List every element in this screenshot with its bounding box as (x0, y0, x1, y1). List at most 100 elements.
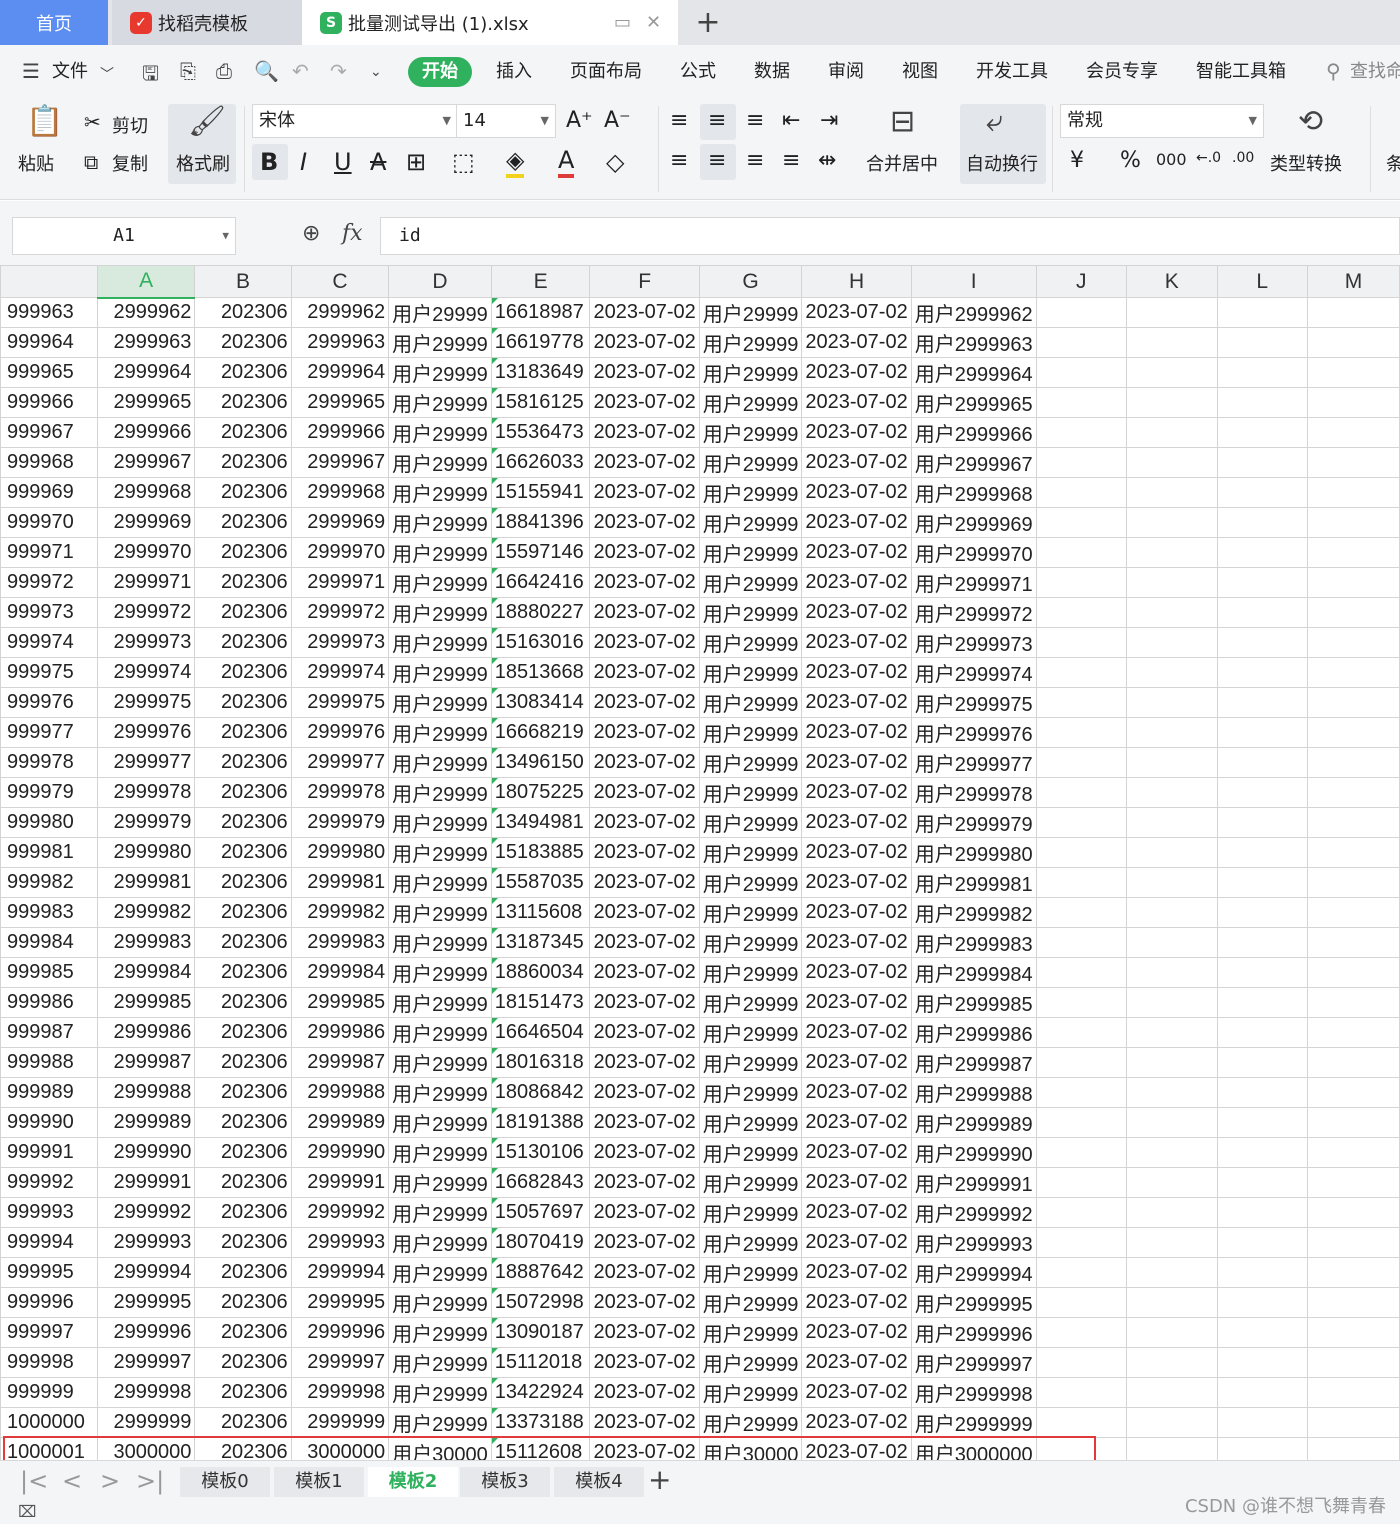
row-header[interactable]: 1000001 (0, 1437, 98, 1460)
menu-view[interactable]: 视图 (902, 57, 938, 87)
wrap-text-icon[interactable]: ⤶ (986, 104, 1003, 139)
tab-active-file[interactable]: S 批量测试导出 (1).xlsx ▭ ✕ (302, 0, 678, 45)
cell-H[interactable]: 2023-07-02 (801, 1437, 912, 1460)
cell-B[interactable]: 202306 (194, 1197, 292, 1228)
empty-cell[interactable] (1035, 717, 1127, 748)
row-header[interactable]: 999989 (0, 1077, 98, 1108)
cell-B[interactable]: 202306 (194, 1017, 292, 1048)
empty-cell[interactable] (1035, 297, 1127, 328)
cell-A[interactable]: 2999964 (96, 357, 196, 388)
cell-D[interactable]: 用户29999 (388, 897, 492, 928)
increase-decimal-icon[interactable]: ←.0 (1196, 150, 1221, 166)
number-format-select[interactable]: 常规 ▼ (1060, 104, 1264, 138)
cell-I[interactable]: 用户2999982 (910, 897, 1037, 928)
cell-G[interactable]: 用户29999 (698, 717, 803, 748)
cell-A[interactable]: 2999996 (96, 1317, 196, 1348)
row-header[interactable]: 999986 (0, 987, 98, 1018)
empty-cell[interactable] (1306, 507, 1400, 538)
cell-G[interactable]: 用户29999 (698, 897, 803, 928)
cell-F[interactable]: 2023-07-02 (589, 327, 700, 358)
empty-cell[interactable] (1216, 867, 1308, 898)
align-right-icon[interactable]: ≡ (746, 148, 764, 173)
row-header[interactable]: 999967 (0, 417, 98, 448)
cell-C[interactable]: 2999982 (290, 897, 390, 928)
zoom-formula-icon[interactable]: ⊕ (302, 221, 320, 246)
empty-cell[interactable] (1035, 1287, 1127, 1318)
cell-H[interactable]: 2023-07-02 (801, 1257, 912, 1288)
cell-C[interactable]: 2999975 (290, 687, 390, 718)
row-header[interactable]: 999966 (0, 387, 98, 418)
cell-G[interactable]: 用户29999 (698, 327, 803, 358)
cell-E[interactable]: 18191388 (490, 1107, 591, 1138)
cell-A[interactable]: 2999966 (96, 417, 196, 448)
cell-E[interactable]: 16668219 (490, 717, 591, 748)
cell-C[interactable]: 2999989 (290, 1107, 390, 1138)
decrease-indent-icon[interactable]: ⇤ (782, 108, 800, 133)
cell-G[interactable]: 用户29999 (698, 1407, 803, 1438)
pin-window-icon[interactable]: ▭ (614, 12, 631, 33)
cell-C[interactable]: 2999980 (290, 837, 390, 868)
cell-B[interactable]: 202306 (194, 1257, 292, 1288)
cell-G[interactable]: 用户29999 (698, 627, 803, 658)
cell-E[interactable]: 15112018 (490, 1347, 591, 1378)
cell-B[interactable]: 202306 (194, 717, 292, 748)
empty-cell[interactable] (1306, 1347, 1400, 1378)
empty-cell[interactable] (1035, 1437, 1127, 1460)
paste-icon[interactable]: 📋 (26, 104, 63, 139)
cell-D[interactable]: 用户29999 (388, 357, 492, 388)
cell-C[interactable]: 2999985 (290, 987, 390, 1018)
font-name-select[interactable]: 宋体 ▼ (252, 104, 458, 138)
cell-E[interactable]: 16642416 (490, 567, 591, 598)
cell-A[interactable]: 2999997 (96, 1347, 196, 1378)
cell-F[interactable]: 2023-07-02 (589, 927, 700, 958)
menu-developer[interactable]: 开发工具 (976, 57, 1048, 87)
cell-H[interactable]: 2023-07-02 (801, 717, 912, 748)
cell-I[interactable]: 用户2999972 (910, 597, 1037, 628)
insert-function-icon[interactable]: fx (342, 221, 363, 246)
empty-cell[interactable] (1306, 477, 1400, 508)
row-header[interactable]: 999991 (0, 1137, 98, 1168)
empty-cell[interactable] (1035, 687, 1127, 718)
cell-E[interactable]: 13083414 (490, 687, 591, 718)
cell-I[interactable]: 用户2999978 (910, 777, 1037, 808)
empty-cell[interactable] (1125, 447, 1218, 478)
empty-cell[interactable] (1035, 1407, 1127, 1438)
cell-H[interactable]: 2023-07-02 (801, 1287, 912, 1318)
cell-H[interactable]: 2023-07-02 (801, 297, 912, 328)
row-header[interactable]: 999998 (0, 1347, 98, 1378)
cell-H[interactable]: 2023-07-02 (801, 597, 912, 628)
cell-H[interactable]: 2023-07-02 (801, 1197, 912, 1228)
empty-cell[interactable] (1035, 897, 1127, 928)
cell-G[interactable]: 用户29999 (698, 357, 803, 388)
cell-A[interactable]: 2999965 (96, 387, 196, 418)
cell-C[interactable]: 2999988 (290, 1077, 390, 1108)
cell-G[interactable]: 用户29999 (698, 1137, 803, 1168)
empty-cell[interactable] (1306, 837, 1400, 868)
empty-cell[interactable] (1306, 957, 1400, 988)
empty-cell[interactable] (1306, 417, 1400, 448)
empty-cell[interactable] (1125, 507, 1218, 538)
cell-E[interactable]: 16682843 (490, 1167, 591, 1198)
empty-cell[interactable] (1306, 357, 1400, 388)
cell-D[interactable]: 用户29999 (388, 1077, 492, 1108)
cell-I[interactable]: 用户2999974 (910, 657, 1037, 688)
cell-D[interactable]: 用户29999 (388, 297, 492, 328)
cell-F[interactable]: 2023-07-02 (589, 1437, 700, 1460)
cell-G[interactable]: 用户29999 (698, 957, 803, 988)
cell-H[interactable]: 2023-07-02 (801, 477, 912, 508)
cell-B[interactable]: 202306 (194, 927, 292, 958)
empty-cell[interactable] (1035, 807, 1127, 838)
cell-C[interactable]: 2999990 (290, 1137, 390, 1168)
fill-style-icon[interactable]: ⬚ (452, 148, 475, 176)
empty-cell[interactable] (1125, 1227, 1218, 1258)
cell-B[interactable]: 202306 (194, 1377, 292, 1408)
row-header[interactable]: 999994 (0, 1227, 98, 1258)
cell-C[interactable]: 2999973 (290, 627, 390, 658)
empty-cell[interactable] (1035, 447, 1127, 478)
cell-G[interactable]: 用户29999 (698, 1047, 803, 1078)
cell-D[interactable]: 用户29999 (388, 1287, 492, 1318)
cell-G[interactable]: 用户29999 (698, 1257, 803, 1288)
cell-A[interactable]: 2999967 (96, 447, 196, 478)
cell-B[interactable]: 202306 (194, 507, 292, 538)
empty-cell[interactable] (1216, 987, 1308, 1018)
